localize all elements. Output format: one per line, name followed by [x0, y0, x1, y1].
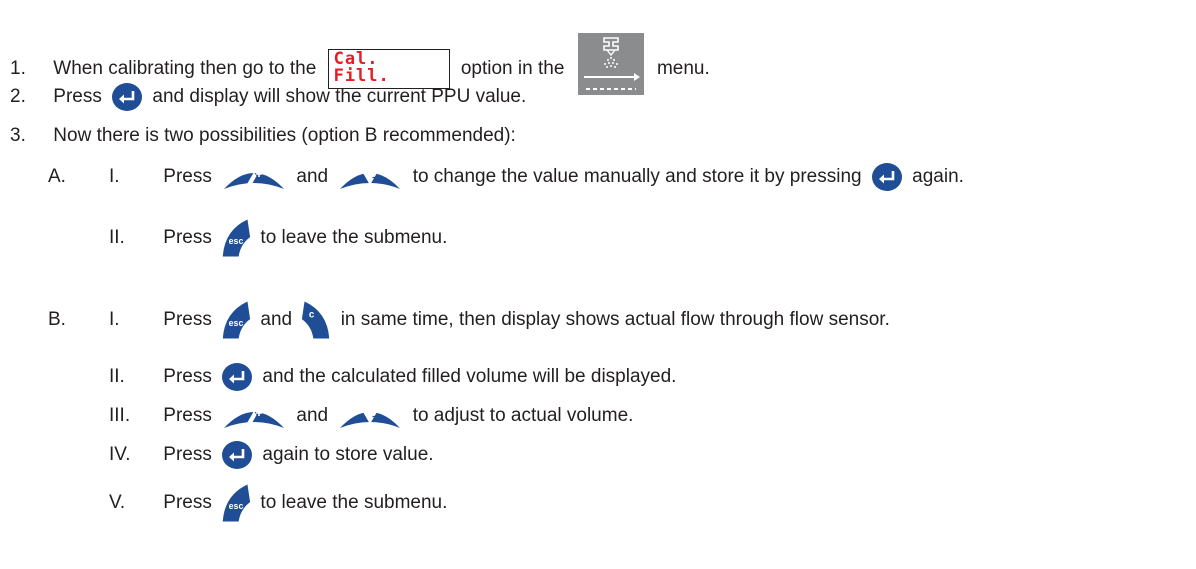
- step-text: menu.: [656, 58, 710, 79]
- option-b-step-4: IV. Press again to store value.: [109, 440, 434, 470]
- spray-nozzle-menu-icon: [577, 33, 644, 105]
- step-text: Press: [163, 166, 212, 187]
- step-number: 1.: [10, 58, 26, 79]
- step-text: Now there is two possibilities (option B…: [53, 125, 516, 146]
- step-text: to leave the submenu.: [260, 227, 448, 248]
- step-text: Press: [163, 444, 212, 465]
- step-text: Press: [163, 492, 212, 513]
- step-text: to adjust to actual volume.: [412, 405, 634, 426]
- up-plus-key-icon: [221, 402, 287, 430]
- step-text: Press: [163, 227, 212, 248]
- step-number: III.: [109, 405, 131, 426]
- step-text: and display will show the current PPU va…: [152, 86, 527, 107]
- step-text: Press: [53, 86, 102, 107]
- enter-key-icon: [221, 440, 253, 470]
- down-minus-key-icon: [337, 163, 403, 191]
- step-text: and the calculated filled volume will be…: [262, 366, 677, 387]
- step-number: I.: [109, 309, 120, 330]
- enter-key-icon: [871, 162, 903, 192]
- step-text: to leave the submenu.: [260, 492, 448, 513]
- step-text: When calibrating then go to the: [53, 58, 317, 79]
- up-plus-key-icon: [221, 163, 287, 191]
- step-text: in same time, then display shows actual …: [340, 309, 890, 330]
- step-number: V.: [109, 492, 126, 513]
- step-text: again.: [912, 166, 964, 187]
- step-text: and: [296, 166, 329, 187]
- step-number: 3.: [10, 125, 26, 146]
- option-b-label: B.: [48, 309, 66, 330]
- down-minus-key-icon: [337, 402, 403, 430]
- c-key-icon: [301, 299, 331, 341]
- step-number: 2.: [10, 86, 26, 107]
- step-text: and: [296, 405, 329, 426]
- esc-key-icon: [221, 217, 251, 259]
- step-text: again to store value.: [262, 444, 434, 465]
- option-b-step-2: II. Press and the calculated filled volu…: [109, 362, 676, 392]
- option-b-step-1: I. Press and in same time, then display …: [109, 297, 890, 343]
- option-b-step-5: V. Press to leave the submenu.: [109, 480, 447, 526]
- enter-key-icon: [111, 82, 143, 112]
- option-a-label: A.: [48, 166, 66, 187]
- step-text: to change the value manually and store i…: [412, 166, 862, 187]
- step-number: II.: [109, 227, 125, 248]
- enter-key-icon: [221, 362, 253, 392]
- option-a-step-2: II. Press to leave the submenu.: [109, 215, 447, 261]
- esc-key-icon: [221, 299, 251, 341]
- step-text: option in the: [460, 58, 565, 79]
- step-text: Press: [163, 309, 212, 330]
- step-text: Press: [163, 405, 212, 426]
- step-number: IV.: [109, 444, 131, 465]
- step-2: 2. Press and display will show the curre…: [10, 82, 526, 112]
- esc-key-icon: [221, 482, 251, 524]
- step-text: and: [260, 309, 293, 330]
- step-1: 1. When calibrating then go to the Cal. …: [10, 33, 710, 95]
- option-b-step-3: III. Press and to adjust to actual volum…: [109, 401, 633, 431]
- step-number: I.: [109, 166, 120, 187]
- step-text: Press: [163, 366, 212, 387]
- step-number: II.: [109, 366, 125, 387]
- option-a-step-1: I. Press and to change the value manuall…: [109, 162, 964, 192]
- step-3: 3. Now there is two possibilities (optio…: [10, 121, 516, 151]
